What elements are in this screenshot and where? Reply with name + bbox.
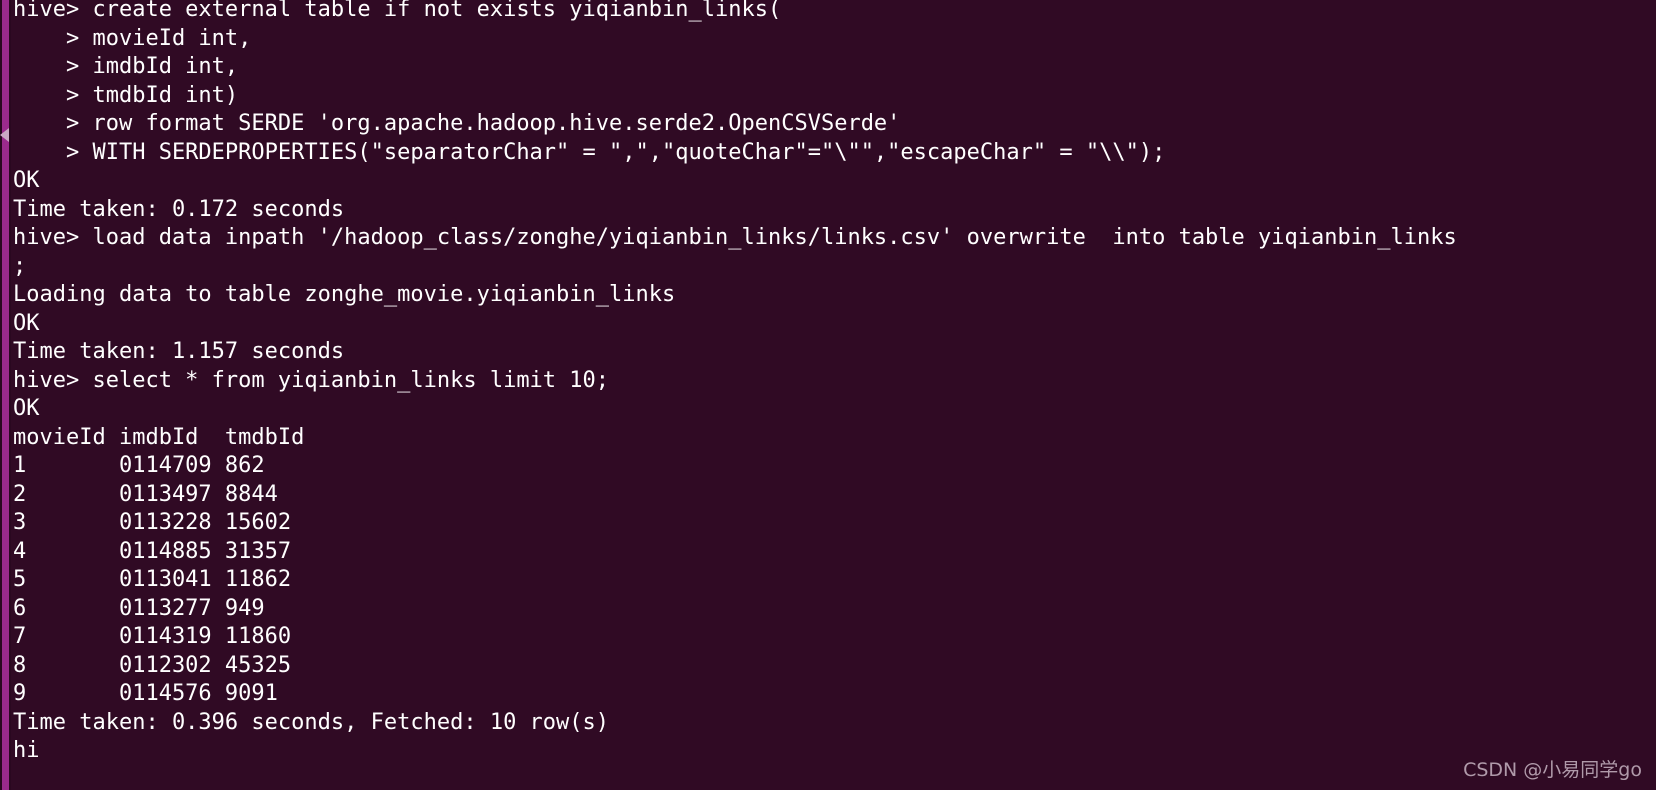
terminal-line: 4 0114885 31357 — [13, 538, 292, 564]
terminal-line: OK — [13, 396, 40, 421]
terminal-line: OK — [13, 168, 40, 193]
terminal-line: hi — [13, 738, 40, 763]
terminal-line: hive> select * from yiqianbin_links limi… — [13, 367, 610, 393]
terminal-line: 6 0113277 949 — [13, 595, 265, 621]
watermark-label: CSDN @小易同学go — [1463, 759, 1642, 781]
terminal-line: Time taken: 0.172 seconds — [13, 196, 345, 222]
terminal-line: ; — [13, 253, 27, 279]
terminal-line: > imdbId int, — [13, 54, 239, 79]
terminal-line: 1 0114709 862 — [13, 453, 265, 478]
terminal-line: OK — [13, 310, 40, 336]
scrollbar-position-marker-icon — [0, 128, 9, 142]
terminal-line: hive> create external table if not exist… — [13, 0, 782, 22]
terminal-line: 5 0113041 11862 — [13, 567, 292, 592]
terminal-scrollbar[interactable] — [0, 0, 11, 790]
terminal-line: hive> load data inpath '/hadoop_class/zo… — [13, 225, 1457, 250]
scrollbar-thumb[interactable] — [2, 0, 9, 790]
terminal-line: 3 0113228 15602 — [13, 510, 292, 535]
terminal-line: 9 0114576 9091 — [13, 681, 278, 706]
terminal-line: > movieId int, — [13, 25, 252, 51]
terminal-window[interactable]: hive> create external table if not exist… — [0, 0, 1656, 790]
terminal-line: > row format SERDE 'org.apache.hadoop.hi… — [13, 111, 901, 136]
terminal-line: movieId imdbId tmdbId — [13, 424, 305, 450]
terminal-line: > WITH SERDEPROPERTIES("separatorChar" =… — [13, 139, 1166, 165]
terminal-line: 2 0113497 8844 — [13, 481, 278, 507]
terminal-line: Time taken: 0.396 seconds, Fetched: 10 r… — [13, 709, 610, 735]
terminal-line: Loading data to table zonghe_movie.yiqia… — [13, 282, 676, 307]
terminal-line: > tmdbId int) — [13, 82, 239, 108]
terminal-line: Time taken: 1.157 seconds — [13, 339, 345, 364]
terminal-line: 7 0114319 11860 — [13, 624, 292, 649]
terminal-line: 8 0112302 45325 — [13, 652, 292, 678]
terminal-output[interactable]: hive> create external table if not exist… — [11, 0, 1656, 790]
